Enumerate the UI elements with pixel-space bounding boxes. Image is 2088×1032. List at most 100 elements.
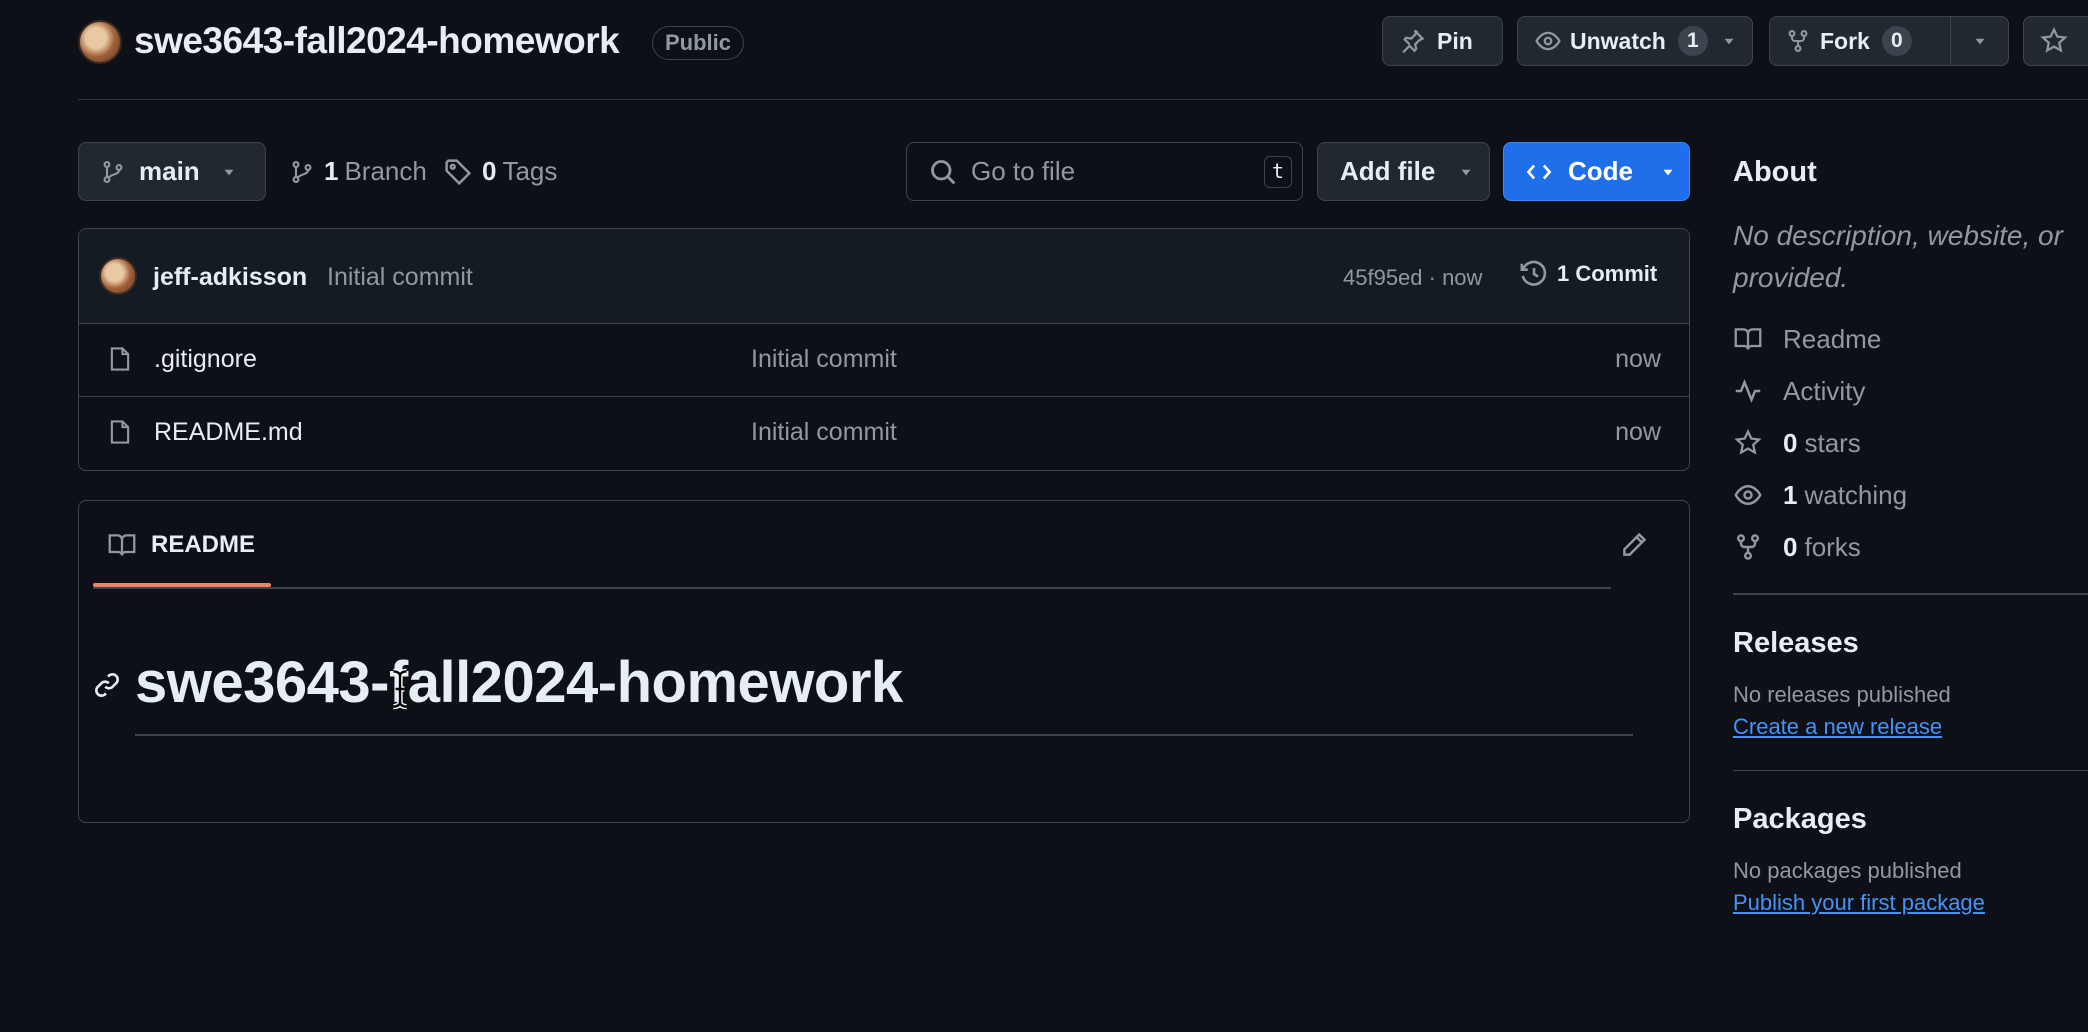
stars-label: stars bbox=[1804, 427, 1861, 458]
book-icon bbox=[1733, 325, 1765, 353]
add-file-label: Add file bbox=[1340, 156, 1436, 186]
file-table: jeff-adkisson Initial commit 45f95ed · n… bbox=[78, 228, 1690, 471]
code-button[interactable]: Code bbox=[1503, 142, 1690, 201]
readme-divider bbox=[93, 587, 1611, 589]
git-branch-icon bbox=[290, 158, 314, 186]
author-avatar[interactable] bbox=[99, 257, 137, 295]
link-icon[interactable] bbox=[93, 671, 121, 699]
tag-icon bbox=[444, 158, 472, 186]
releases-empty-text: No releases published bbox=[1733, 681, 1951, 707]
tags-link[interactable]: 0 Tags bbox=[444, 156, 557, 187]
branch-count: 1 bbox=[324, 156, 339, 186]
pin-icon bbox=[1399, 28, 1425, 54]
repo-name[interactable]: swe3643-fall2024-homework bbox=[134, 20, 620, 62]
chevron-down-icon bbox=[1975, 38, 1984, 45]
latest-commit-row: jeff-adkisson Initial commit 45f95ed · n… bbox=[79, 229, 1689, 324]
chevron-down-icon bbox=[1659, 163, 1677, 181]
file-name[interactable]: README.md bbox=[154, 418, 303, 447]
fork-icon bbox=[1733, 533, 1765, 561]
visibility-badge: Public bbox=[652, 26, 745, 60]
go-to-file-input[interactable] bbox=[971, 156, 1251, 187]
readme-tab[interactable]: README bbox=[93, 501, 271, 589]
pin-label: Pin bbox=[1437, 27, 1473, 54]
unwatch-button[interactable]: Unwatch 1 bbox=[1517, 16, 1753, 66]
book-icon bbox=[107, 531, 137, 559]
go-to-file-search[interactable]: t bbox=[906, 142, 1303, 201]
sidebar-activity-link[interactable]: Activity bbox=[1733, 365, 2088, 417]
owner-avatar[interactable] bbox=[78, 20, 122, 64]
code-label: Code bbox=[1568, 156, 1633, 186]
tag-count: 0 bbox=[482, 156, 497, 186]
history-icon bbox=[1519, 259, 1549, 289]
fork-button[interactable]: Fork 0 bbox=[1769, 16, 2009, 66]
about-title: About bbox=[1733, 156, 1817, 188]
file-commit-message[interactable]: Initial commit bbox=[751, 345, 897, 374]
file-commit-time: now bbox=[1615, 345, 1661, 373]
commit-hash-time[interactable]: 45f95ed · now bbox=[1343, 265, 1482, 291]
branch-selector[interactable]: main bbox=[78, 142, 266, 201]
search-icon bbox=[929, 158, 957, 186]
file-commit-time: now bbox=[1615, 418, 1661, 446]
releases-title[interactable]: Releases bbox=[1733, 627, 2088, 660]
create-release-link[interactable]: Create a new release bbox=[1733, 714, 2088, 740]
file-row[interactable]: .gitignore Initial commit now bbox=[79, 324, 1689, 397]
fork-label: Fork bbox=[1820, 27, 1870, 54]
packages-empty-text: No packages published bbox=[1733, 858, 1962, 883]
fork-icon bbox=[1786, 27, 1810, 55]
add-file-button[interactable]: Add file bbox=[1317, 142, 1490, 201]
forks-count: 0 bbox=[1783, 531, 1798, 562]
eye-icon bbox=[1733, 481, 1765, 509]
file-icon bbox=[107, 417, 133, 447]
branches-link[interactable]: 1 Branch bbox=[290, 156, 427, 187]
about-description-line1: No description, website, or bbox=[1733, 220, 2063, 251]
text-cursor-icon bbox=[389, 667, 411, 711]
packages-title[interactable]: Packages bbox=[1733, 803, 2088, 836]
commit-author[interactable]: jeff-adkisson bbox=[153, 263, 307, 292]
file-commit-message[interactable]: Initial commit bbox=[751, 418, 897, 447]
readme-link-label: Readme bbox=[1783, 323, 1882, 354]
sidebar: About No description, website, or provid… bbox=[1733, 140, 2088, 916]
watch-counter: 1 bbox=[1677, 26, 1708, 56]
readme-heading: swe3643-fall2024-homework bbox=[135, 650, 903, 715]
watching-count: 1 bbox=[1783, 479, 1798, 510]
readme-tab-label: README bbox=[151, 531, 256, 558]
eye-icon bbox=[1534, 28, 1562, 54]
file-icon bbox=[107, 344, 133, 374]
sidebar-watching-link[interactable]: 1 watching bbox=[1733, 469, 2088, 521]
fork-counter: 0 bbox=[1881, 26, 1912, 56]
star-icon bbox=[1733, 429, 1765, 457]
chevron-down-icon bbox=[220, 163, 238, 181]
publish-package-link[interactable]: Publish your first package bbox=[1733, 890, 2088, 916]
chevron-down-icon bbox=[1457, 163, 1475, 181]
file-name[interactable]: .gitignore bbox=[154, 345, 257, 374]
code-icon bbox=[1524, 159, 1554, 185]
pin-button[interactable]: Pin bbox=[1382, 16, 1503, 66]
about-description-line2: provided. bbox=[1733, 262, 1849, 293]
fork-dropdown[interactable] bbox=[1950, 17, 2008, 65]
heading-rule bbox=[135, 734, 1633, 736]
sidebar-stars-link[interactable]: 0 stars bbox=[1733, 417, 2088, 469]
unwatch-label: Unwatch bbox=[1570, 27, 1666, 54]
star-button[interactable] bbox=[2023, 16, 2088, 66]
readme-panel: README swe3643-fall2024-homework bbox=[78, 500, 1690, 823]
branch-name: main bbox=[139, 156, 200, 186]
git-branch-icon bbox=[101, 158, 125, 186]
commits-count: 1 Commit bbox=[1557, 261, 1658, 286]
watching-label: watching bbox=[1804, 479, 1908, 510]
sidebar-forks-link[interactable]: 0 forks bbox=[1733, 521, 2088, 573]
activity-link-label: Activity bbox=[1783, 375, 1866, 406]
chevron-down-icon[interactable] bbox=[1720, 32, 1738, 50]
forks-label: forks bbox=[1804, 531, 1861, 562]
sidebar-divider bbox=[1733, 769, 2088, 771]
file-row[interactable]: README.md Initial commit now bbox=[79, 397, 1689, 470]
stars-count: 0 bbox=[1783, 427, 1798, 458]
pencil-icon[interactable] bbox=[1620, 531, 1648, 559]
tag-label: Tags bbox=[502, 156, 558, 186]
search-shortcut-key: t bbox=[1264, 156, 1292, 188]
star-icon bbox=[2040, 27, 2068, 55]
sidebar-readme-link[interactable]: Readme bbox=[1733, 313, 2088, 365]
sidebar-divider bbox=[1733, 593, 2088, 595]
branch-label: Branch bbox=[344, 156, 427, 186]
commit-message[interactable]: Initial commit bbox=[327, 263, 473, 292]
commits-history-link[interactable]: 1 Commit bbox=[1519, 259, 1657, 289]
